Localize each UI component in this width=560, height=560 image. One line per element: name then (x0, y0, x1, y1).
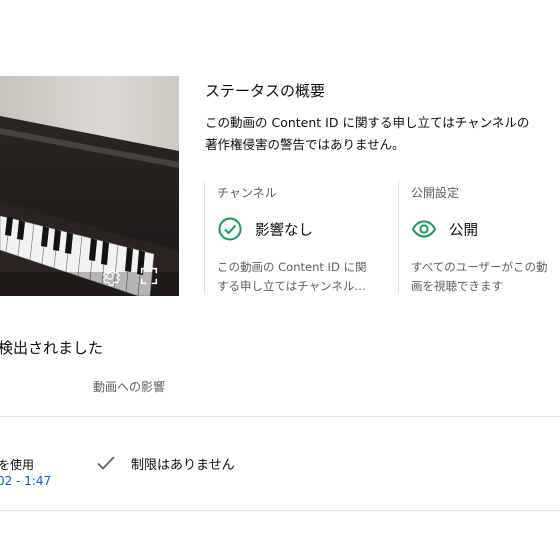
channel-note-line: この動画の Content ID に関 (217, 260, 367, 274)
table-divider (0, 510, 560, 511)
claim-effect: 制限はありません (95, 452, 235, 474)
checkmark-icon (95, 452, 117, 474)
column-header-effect: 動画への影響 (93, 380, 166, 394)
visibility-text: 公開 (449, 222, 478, 239)
status-description-line: この動画の Content ID に関する申し立てはチャンネルの (205, 115, 530, 130)
channel-card-note: この動画の Content ID に関 する申し立てはチャンネル… (217, 258, 390, 296)
table-divider (0, 416, 560, 417)
claim-timestamp-link[interactable]: 02 - 1:47 (0, 474, 51, 488)
visibility-card-note: すべてのユーザーがこの動 画を視聴できます (411, 258, 554, 296)
status-overview-title: ステータスの概要 (205, 82, 326, 100)
claim-usage-text: を使用 (0, 458, 35, 472)
visibility-note-line: 画を視聴できます (411, 279, 503, 293)
channel-impact-card: チャンネル 影響なし この動画の Content ID に関 する申し立てはチャ… (204, 180, 396, 294)
channel-card-label: チャンネル (217, 186, 277, 200)
visibility-note-line: すべてのユーザーがこの動 (411, 260, 548, 274)
channel-impact-text: 影響なし (255, 222, 313, 239)
claim-effect-text: 制限はありません (131, 457, 235, 473)
visibility-card-label: 公開設定 (411, 186, 460, 200)
piano-thumbnail-image (0, 76, 179, 296)
status-description-line: 著作権侵害の警告ではありません。 (205, 137, 405, 152)
fullscreen-icon[interactable] (138, 265, 160, 287)
channel-note-line: する申し立てはチャンネル… (217, 279, 366, 293)
check-circle-icon (217, 216, 243, 242)
visibility-value: 公開 (411, 216, 478, 242)
channel-impact-value: 影響なし (217, 216, 313, 242)
eye-icon (411, 216, 437, 242)
claims-heading: 検出されました (0, 339, 104, 357)
video-thumbnail[interactable] (0, 76, 179, 296)
visibility-card: 公開設定 公開 すべてのユーザーがこの動 画を視聴できます (398, 180, 560, 294)
gear-icon[interactable] (99, 265, 121, 287)
status-overview-description: この動画の Content ID に関する申し立てはチャンネルの 著作権侵害の警… (205, 112, 560, 156)
